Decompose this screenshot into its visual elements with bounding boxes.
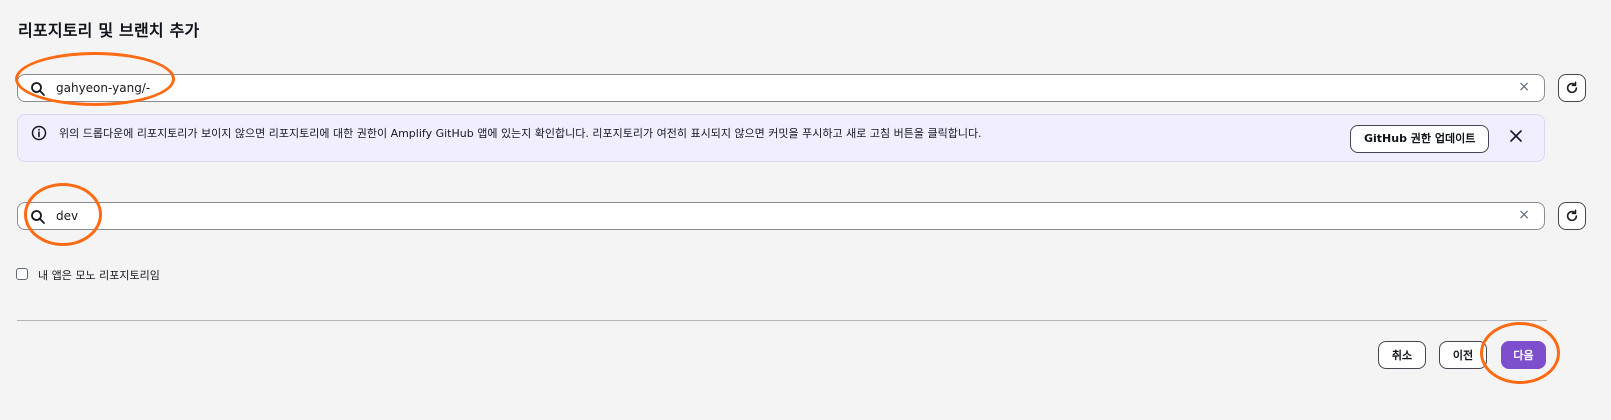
refresh-icon [1566,81,1578,94]
repository-refresh-button[interactable] [1558,74,1586,102]
search-icon [31,210,45,224]
cancel-button[interactable]: 취소 [1378,341,1426,369]
repository-search-input[interactable]: gahyeon-yang/- × [17,74,1545,102]
branch-search-input[interactable]: dev × [17,202,1545,230]
next-button[interactable]: 다음 [1501,341,1546,369]
clear-icon[interactable]: × [1518,79,1530,95]
info-icon [31,125,47,141]
repository-search-value: gahyeon-yang/- [56,81,151,95]
refresh-icon [1566,209,1578,222]
clear-icon[interactable]: × [1518,207,1530,223]
info-alert-message: 위의 드롭다운에 리포지토리가 보이지 않으면 리포지토리에 대한 권한이 Am… [59,127,982,140]
branch-search-value: dev [56,209,79,223]
branch-refresh-button[interactable] [1558,202,1586,230]
search-icon [31,82,45,96]
update-github-permissions-button[interactable]: GitHub 권한 업데이트 [1350,125,1490,153]
close-icon[interactable] [1507,127,1525,145]
previous-button[interactable]: 이전 [1439,341,1487,369]
divider [17,320,1547,321]
page-title: 리포지토리 및 브랜치 추가 [18,21,200,40]
info-alert: 위의 드롭다운에 리포지토리가 보이지 않으면 리포지토리에 대한 권한이 Am… [17,114,1545,162]
monorepo-checkbox[interactable] [16,268,28,280]
monorepo-checkbox-label[interactable]: 내 앱은 모노 리포지토리임 [38,267,160,283]
